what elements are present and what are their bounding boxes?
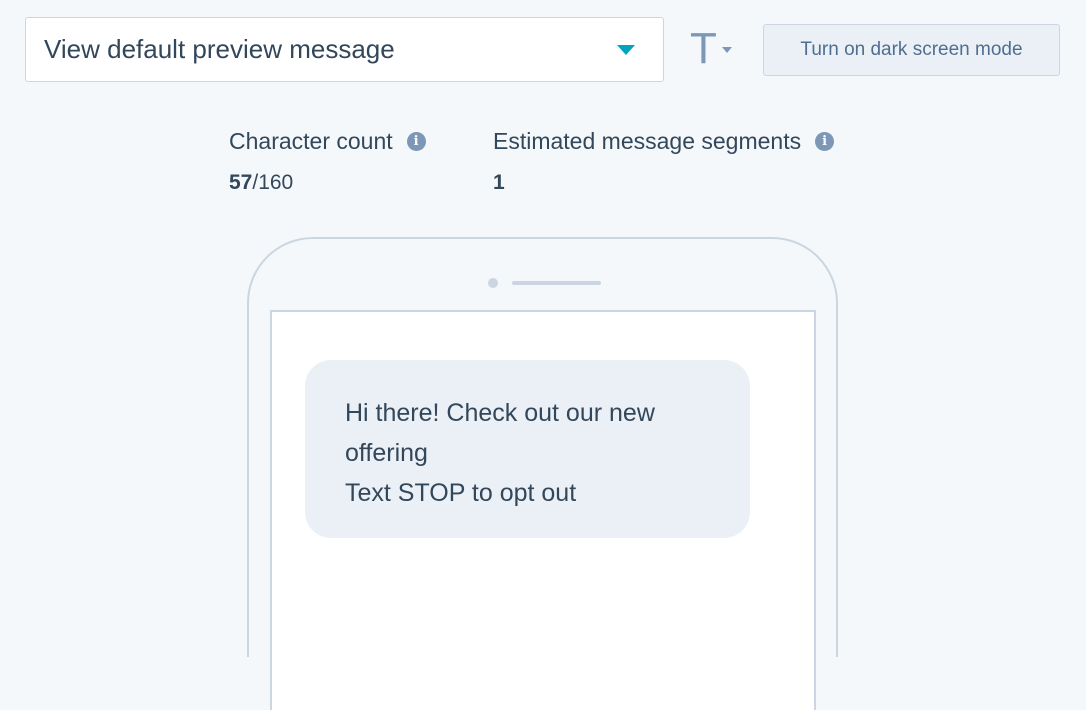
info-icon[interactable]: i	[406, 132, 426, 151]
character-count-stat: Character count i 57/160	[229, 128, 426, 195]
message-segments-value: 1	[493, 171, 505, 194]
info-icon[interactable]: i	[815, 132, 835, 151]
character-count-value: 57/160	[229, 171, 426, 195]
phone-screen: Hi there! Check out our new offering Tex…	[270, 310, 816, 710]
dark-screen-mode-button[interactable]: Turn on dark screen mode	[763, 24, 1060, 76]
message-line: Hi there! Check out our new	[345, 399, 655, 427]
preview-message-dropdown-label: View default preview message	[44, 34, 395, 64]
chevron-down-icon	[721, 47, 732, 53]
message-line: offering	[345, 439, 428, 467]
character-count-label: Character count	[229, 128, 393, 154]
character-count-max: /160	[252, 171, 294, 194]
phone-preview-frame: Hi there! Check out our new offering Tex…	[247, 237, 838, 710]
sms-message-bubble: Hi there! Check out our new offering Tex…	[305, 360, 750, 538]
phone-camera-dot	[488, 278, 498, 288]
text-size-menu-button[interactable]: T	[688, 24, 740, 74]
message-line: Text STOP to opt out	[345, 479, 577, 507]
phone-speaker-bar	[512, 281, 601, 285]
message-segments-label: Estimated message segments	[493, 128, 802, 154]
character-count-current: 57	[229, 171, 253, 194]
message-segments-stat: Estimated message segments i 1	[493, 128, 835, 195]
caret-down-icon	[617, 44, 635, 55]
preview-message-dropdown[interactable]: View default preview message	[25, 17, 664, 82]
text-size-icon: T	[690, 24, 717, 73]
